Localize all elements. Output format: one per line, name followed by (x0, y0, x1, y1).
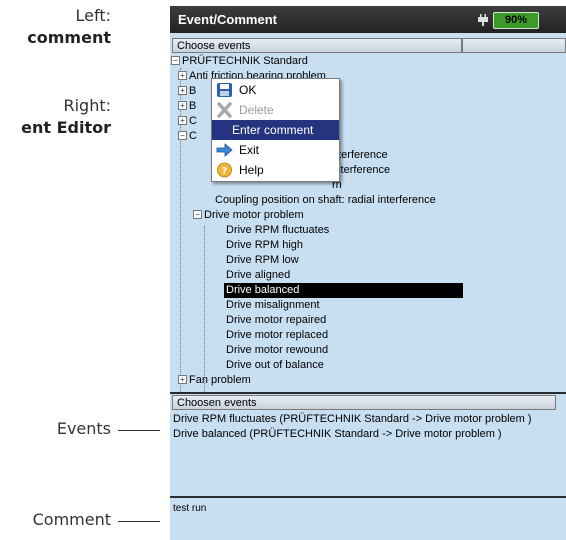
delete-x-icon (217, 102, 232, 118)
tree-group-drive-motor[interactable]: − Drive motor problem (193, 208, 304, 223)
collapse-icon[interactable]: − (178, 131, 187, 140)
chosen-events-header-label: Choosen events (177, 397, 257, 409)
choose-events-header-extra (462, 38, 566, 53)
menu-item-exit[interactable]: Exit (212, 140, 339, 160)
menu-item-label: Enter comment (232, 123, 314, 137)
chosen-events-list[interactable]: Drive RPM fluctuates (PRÜFTECHNIK Standa… (170, 412, 566, 442)
tree-leaf-label: Drive misalignment (226, 299, 320, 311)
tree-group-label: Fan problem (189, 374, 251, 386)
tree-leaf-label: Drive motor repaired (226, 314, 327, 326)
exit-arrow-icon (216, 143, 233, 157)
tree-leaf-label: Drive balanced (224, 284, 302, 296)
annotation-right-label: Right: (63, 96, 111, 115)
collapse-icon[interactable]: − (171, 56, 180, 65)
expand-icon[interactable]: + (178, 71, 187, 80)
tree-item-label: B (189, 100, 197, 112)
menu-item-ok[interactable]: OK (212, 80, 339, 100)
menu-item-label: Delete (239, 103, 274, 117)
device-screen: Event/Comment 90% Choose events − PRÜFTEC… (170, 6, 566, 540)
menu-item-delete[interactable]: Delete (212, 100, 339, 120)
expand-icon[interactable]: + (178, 86, 187, 95)
expand-icon[interactable]: + (178, 101, 187, 110)
comment-field[interactable]: test run (170, 500, 566, 540)
tree-item-label: B (189, 85, 197, 97)
tree-root[interactable]: − PRÜFTECHNIK Standard (171, 54, 308, 69)
help-icon: ? (217, 162, 232, 178)
annotation-left-value: comment (27, 28, 111, 47)
menu-item-enter-comment[interactable]: Enter comment (212, 120, 339, 140)
tree-item-label: C (189, 115, 197, 127)
tree-group-label: Drive motor problem (204, 209, 304, 221)
save-disk-icon (217, 83, 232, 97)
annotation-right: Right: ent Editor (21, 95, 111, 139)
collapse-icon[interactable]: − (193, 210, 202, 219)
tree-leaf[interactable]: Drive RPM low (226, 253, 299, 268)
annotation-left-label: Left: (75, 6, 112, 25)
menu-item-label: OK (239, 83, 257, 97)
expand-icon[interactable]: + (178, 375, 187, 384)
tree-leaf[interactable]: Drive motor replaced (226, 328, 328, 343)
annotation-left: Left: comment (27, 5, 111, 49)
annotation-events: Events (56, 419, 111, 438)
menu-item-label: Help (239, 163, 264, 177)
tree-leaf-label: Drive RPM fluctuates (226, 224, 330, 236)
tree-leaf-selected[interactable]: Drive balanced (224, 283, 463, 298)
battery-indicator: 90% (493, 12, 539, 29)
tree-leaf-label: Coupling position on shaft: radial inter… (215, 194, 436, 206)
choose-events-header: Choose events (172, 38, 462, 53)
tree-leaf[interactable]: Drive misalignment (226, 298, 320, 313)
tree-leaf-label: Drive RPM high (226, 239, 304, 251)
tree-group-fan[interactable]: + Fan problem (178, 373, 251, 388)
panel-separator (170, 496, 566, 498)
tree-leaf[interactable]: Drive motor repaired (226, 313, 326, 328)
tree-leaf-label: interference (332, 164, 391, 176)
tree-leaf-label: Drive out of balance (226, 359, 324, 371)
comment-leader-line (118, 521, 160, 522)
tree-root-label: PRÜFTECHNIK Standard (182, 55, 308, 67)
tree-item[interactable]: + B (178, 99, 196, 114)
tree-leaf-label: Drive motor replaced (226, 329, 329, 341)
tree-leaf-partial[interactable]: nterference (332, 148, 388, 163)
tree-item-label: C (189, 130, 197, 142)
tree-leaf[interactable]: Drive aligned (226, 268, 290, 283)
tree-item[interactable]: + C (178, 114, 197, 129)
annotation-right-value: ent Editor (21, 118, 111, 137)
chosen-event-item[interactable]: Drive RPM fluctuates (PRÜFTECHNIK Standa… (170, 412, 566, 427)
tree-connector (204, 226, 205, 392)
svg-text:?: ? (222, 166, 228, 177)
comment-text: test run (173, 503, 207, 514)
title-bar: Event/Comment 90% (170, 6, 566, 33)
events-leader-line (118, 430, 160, 431)
chosen-events-header: Choosen events (172, 395, 556, 410)
menu-item-label: Exit (239, 143, 260, 157)
tree-leaf[interactable]: Drive out of balance (226, 358, 324, 373)
chosen-event-item[interactable]: Drive balanced (PRÜFTECHNIK Standard -> … (170, 427, 566, 442)
annotation-comment: Comment (32, 510, 111, 529)
tree-item[interactable]: − C (178, 129, 197, 144)
tree-leaf[interactable]: Drive motor rewound (226, 343, 328, 358)
choose-events-header-label: Choose events (177, 40, 251, 52)
tree-leaf[interactable]: Drive RPM fluctuates (226, 223, 329, 238)
panel-separator (170, 392, 566, 394)
tree-leaf-partial[interactable]: interference (332, 163, 390, 178)
tree-leaf-label: nterference (332, 149, 388, 161)
tree-leaf[interactable]: Drive RPM high (226, 238, 303, 253)
power-plug-icon (478, 14, 488, 26)
tree-leaf-label: Drive aligned (226, 269, 291, 281)
menu-item-help[interactable]: ? Help (212, 160, 339, 180)
expand-icon[interactable]: + (178, 116, 187, 125)
window-title: Event/Comment (178, 12, 277, 27)
tree-item[interactable]: + B (178, 84, 196, 99)
context-menu: OK Delete Enter comment Exit ? Help (211, 78, 340, 182)
tree-leaf-label: Drive RPM low (226, 254, 299, 266)
tree-leaf[interactable]: Coupling position on shaft: radial inter… (215, 193, 436, 208)
tree-leaf-label: Drive motor rewound (226, 344, 329, 356)
